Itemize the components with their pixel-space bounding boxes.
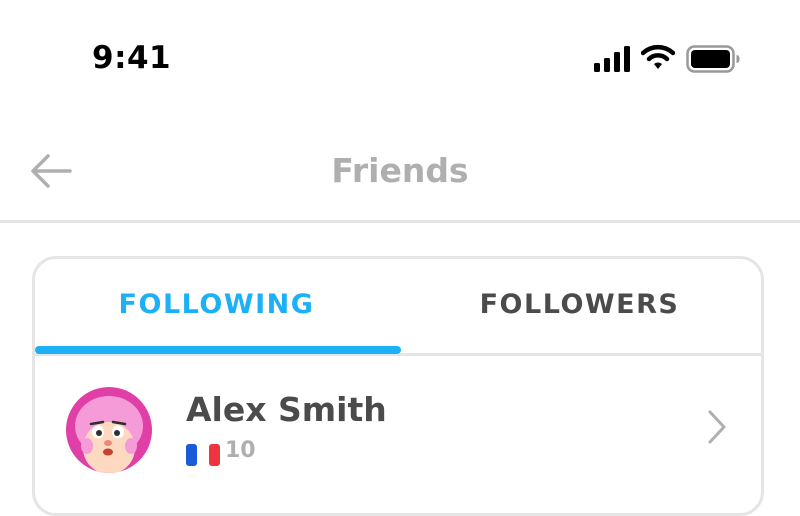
signal-icon	[594, 46, 630, 72]
wifi-icon	[641, 44, 675, 69]
avatar	[66, 387, 152, 473]
battery-icon	[686, 45, 740, 73]
status-bar: 9:41	[0, 0, 800, 100]
friends-card: FOLLOWING FOLLOWERS Alex Smith 10	[32, 256, 764, 516]
status-time: 9:41	[92, 40, 172, 76]
chevron-right-icon	[708, 410, 726, 444]
page-title: Friends	[331, 151, 469, 190]
tab-followers[interactable]: FOLLOWERS	[398, 289, 761, 320]
active-tab-indicator	[35, 346, 401, 354]
friend-score: 10	[225, 438, 256, 463]
nav-bar: Friends	[0, 118, 800, 223]
friend-name: Alex Smith	[186, 390, 387, 429]
tab-following[interactable]: FOLLOWING	[35, 289, 398, 320]
flag-icon	[186, 444, 220, 466]
tab-bar: FOLLOWING FOLLOWERS	[35, 259, 761, 356]
friend-row[interactable]: Alex Smith 10	[35, 356, 761, 473]
